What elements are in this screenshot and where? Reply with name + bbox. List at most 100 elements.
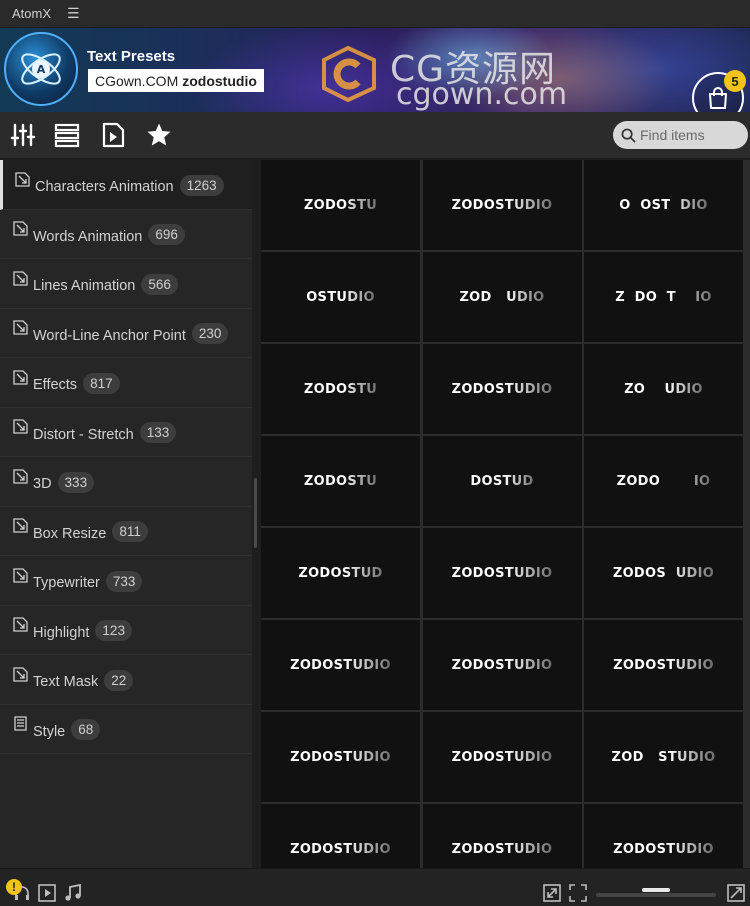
preset-preview-text: ZODOSTU: [303, 197, 378, 213]
panel-resize-handle[interactable]: [254, 478, 257, 548]
preset-thumbnail[interactable]: ZODOSTUDIO: [422, 804, 582, 868]
category-count-badge: 68: [71, 719, 101, 741]
preset-preview-text: ZODOSTUDIO: [451, 841, 553, 857]
category-label: Highlight: [33, 624, 90, 641]
music-icon: [65, 883, 81, 901]
preset-preview-text: ZODOSTUDIO: [451, 749, 553, 765]
preset-preview-text: ZODOSTUDIO: [290, 657, 391, 673]
preset-preview-text: ZODOSTUDIO: [613, 657, 714, 673]
app-title: AtomX: [12, 6, 52, 21]
preset-thumbnail[interactable]: ZODOSTUDIO: [422, 528, 582, 618]
thumbnail-size-slider[interactable]: [596, 893, 716, 897]
fullscreen-button[interactable]: [568, 883, 588, 903]
preset-thumbnail[interactable]: O OST DIO: [584, 160, 743, 250]
thumbnail-size-icon: [727, 884, 745, 902]
category-lines-animation[interactable]: Lines Animation 566: [0, 259, 252, 309]
search-box[interactable]: [613, 121, 748, 149]
preset-thumbnail[interactable]: DOSTUD: [422, 436, 582, 526]
preset-preview-text: ZODOSTU: [303, 473, 378, 489]
slider-thumb[interactable]: [642, 888, 670, 892]
preset-grid: ZODOSTU ZODOSTUDIO O OST DIO OSTUDIO ZOD UDI…: [261, 160, 750, 868]
category-folder-icon: [12, 666, 29, 683]
preset-preview-text: ZODOS UDIO: [612, 565, 715, 581]
preset-preview-text: ZODOSTUDIO: [290, 841, 391, 857]
brand-text: CGown.COM: [95, 72, 179, 89]
preset-preview-text: ZODO IO: [616, 473, 711, 489]
category-label: Lines Animation: [33, 278, 136, 295]
preset-preview-text: ZOD UDIO: [459, 289, 545, 305]
document-icon: [12, 715, 29, 732]
preset-thumbnail[interactable]: ZODOSTUDIO: [584, 620, 743, 710]
category-word-line-anchor-point[interactable]: Word-Line Anchor Point 230: [0, 309, 252, 358]
preset-thumbnail[interactable]: ZOD STUDIO: [584, 712, 743, 802]
preset-thumbnail[interactable]: ZODOSTU: [261, 436, 420, 526]
preset-thumbnail[interactable]: ZODO IO: [584, 436, 743, 526]
expand-button[interactable]: [542, 883, 562, 903]
preset-thumbnail[interactable]: ZOD UDIO: [422, 252, 582, 342]
favorites-button[interactable]: [146, 122, 172, 148]
category-text-mask[interactable]: Text Mask 22: [0, 655, 252, 705]
preset-thumbnail[interactable]: ZODOSTUDIO: [261, 620, 420, 710]
category-words-animation[interactable]: Words Animation 696: [0, 210, 252, 259]
preset-thumbnail[interactable]: ZODOSTUDIO: [422, 160, 582, 250]
atomx-logo: A: [4, 32, 78, 106]
preset-file-icon: [102, 122, 125, 148]
fullscreen-icon: [569, 884, 587, 902]
preset-thumbnail[interactable]: Z DO T IO: [584, 252, 743, 342]
category-folder-icon: [12, 220, 29, 237]
preset-thumbnail[interactable]: ZODOSTUDIO: [584, 804, 743, 868]
category-label: Effects: [33, 377, 78, 394]
category-highlight[interactable]: Highlight 123: [0, 606, 252, 655]
search-input[interactable]: [640, 127, 740, 143]
cart-count-badge: 5: [724, 70, 746, 92]
audio-filter-button[interactable]: [63, 883, 83, 903]
warning-icon[interactable]: !: [6, 879, 22, 895]
preset-thumbnail[interactable]: ZODOSTUDIO: [422, 712, 582, 802]
category-distort-stretch[interactable]: Distort - Stretch 133: [0, 408, 252, 457]
title-bar: AtomX ☰: [0, 0, 750, 28]
preset-thumbnail[interactable]: ZODOSTUDIO: [422, 344, 582, 434]
preset-preview-text: OSTUDIO: [306, 289, 375, 305]
preset-thumbnail[interactable]: ZO UDIO: [584, 344, 743, 434]
video-filter-button[interactable]: [37, 883, 57, 903]
category-folder-icon: [12, 468, 29, 485]
category-count-badge: 333: [57, 471, 95, 493]
preset-thumbnail[interactable]: ZODOSTU: [261, 344, 420, 434]
category-label: Box Resize: [33, 525, 107, 542]
category-count-badge: 1263: [179, 174, 224, 196]
hamburger-menu-icon[interactable]: ☰: [67, 5, 80, 22]
preset-preview-text: ZODOSTUD: [298, 565, 383, 581]
category-box-resize[interactable]: Box Resize 811: [0, 507, 252, 556]
category-count-badge: 123: [95, 620, 132, 642]
category-sidebar: Characters Animation 1263 Words Animatio…: [0, 160, 252, 868]
preset-thumbnail[interactable]: ZODOSTUD: [261, 528, 420, 618]
preset-thumbnail[interactable]: ZODOSTU: [261, 160, 420, 250]
expand-icon: [543, 884, 561, 902]
banner-title: Text Presets: [87, 48, 176, 65]
category-style[interactable]: Style 68: [0, 705, 252, 754]
category-effects[interactable]: Effects 817: [0, 358, 252, 408]
category-label: Words Animation: [33, 228, 143, 245]
category-characters-animation[interactable]: Characters Animation 1263: [0, 160, 252, 210]
search-icon: [621, 128, 636, 142]
preset-preview-text: O OST DIO: [619, 197, 708, 213]
grid-size-button[interactable]: [726, 883, 746, 903]
category-3d[interactable]: 3D 333: [0, 457, 252, 507]
preset-thumbnail[interactable]: ZODOSTUDIO: [422, 620, 582, 710]
preset-thumbnail[interactable]: ZODOSTUDIO: [261, 804, 420, 868]
category-label: Style: [33, 723, 66, 740]
category-count-badge: 811: [112, 521, 148, 543]
author-label: CGown.COM zodostudio: [88, 69, 264, 92]
preset-preview-text: ZO UDIO: [624, 381, 703, 397]
presets-button[interactable]: [100, 122, 126, 148]
preset-thumbnail[interactable]: OSTUDIO: [261, 252, 420, 342]
list-view-button[interactable]: [54, 122, 80, 148]
category-typewriter[interactable]: Typewriter 733: [0, 556, 252, 606]
category-label: Distort - Stretch: [33, 426, 134, 443]
filters-button[interactable]: [10, 122, 36, 148]
footer-bar: !: [0, 868, 750, 906]
preset-thumbnail[interactable]: ZODOS UDIO: [584, 528, 743, 618]
preset-thumbnail[interactable]: ZODOSTUDIO: [261, 712, 420, 802]
category-folder-icon: [12, 270, 29, 287]
category-count-badge: 733: [105, 570, 143, 592]
